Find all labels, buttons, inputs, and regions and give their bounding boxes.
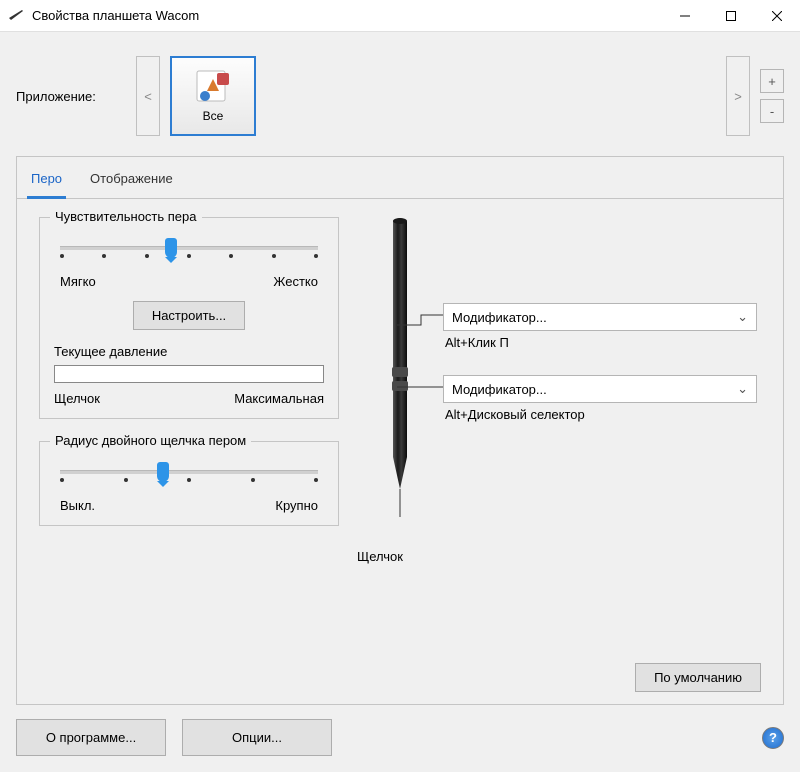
pen-button2-dropdown[interactable]: Модификатор... ⌄ [443, 375, 757, 403]
tabs: Перо Отображение [17, 157, 783, 199]
titlebar: Свойства планшета Wacom [0, 0, 800, 32]
pen-button1-sublabel: Alt+Клик П [443, 335, 757, 350]
tab-pen[interactable]: Перо [27, 163, 66, 199]
pen-diagram: Модификатор... ⌄ Alt+Клик П Модификатор.… [357, 217, 761, 655]
chevron-down-icon: ⌄ [737, 309, 748, 325]
sensitivity-thumb[interactable] [165, 238, 177, 258]
app-body: Приложение: < Все > + - Перо Отображение [0, 32, 800, 772]
doubleclick-off-label: Выкл. [60, 498, 95, 513]
doubleclick-slider[interactable] [60, 468, 318, 480]
chevron-down-icon: ⌄ [737, 381, 748, 397]
app-remove-button[interactable]: - [760, 99, 784, 123]
sensitivity-group: Чувствительность пера Мягко Жестко Настр… [39, 217, 339, 419]
current-pressure-label: Текущее давление [54, 344, 324, 359]
doubleclick-group: Радиус двойного щелчка пером Выкл. Крупн… [39, 441, 339, 526]
bottom-bar: О программе... Опции... ? [16, 705, 784, 756]
app-add-button[interactable]: + [760, 69, 784, 93]
sensitivity-soft-label: Мягко [60, 274, 96, 289]
main-panel: Перо Отображение Чувствительность пера [16, 156, 784, 705]
all-apps-icon [193, 69, 233, 105]
window-title: Свойства планшета Wacom [32, 8, 662, 23]
leader-line-2 [397, 385, 445, 399]
pen-button2-sublabel: Alt+Дисковый селектор [443, 407, 757, 422]
leader-line-1 [397, 313, 445, 327]
pen-button1-dropdown[interactable]: Модификатор... ⌄ [443, 303, 757, 331]
tab-content: Чувствительность пера Мягко Жестко Настр… [17, 199, 783, 663]
sensitivity-hard-label: Жестко [273, 274, 318, 289]
pen-icon [381, 217, 419, 527]
application-tile-caption: Все [203, 109, 224, 123]
help-button[interactable]: ? [762, 727, 784, 749]
current-pressure-bar [54, 365, 324, 383]
pen-button1-value: Модификатор... [452, 310, 547, 325]
options-button[interactable]: Опции... [182, 719, 332, 756]
application-tile-all[interactable]: Все [170, 56, 256, 136]
maximize-button[interactable] [708, 0, 754, 32]
sensitivity-legend: Чувствительность пера [50, 209, 202, 224]
tab-mapping[interactable]: Отображение [86, 163, 177, 198]
pen-button2-value: Модификатор... [452, 382, 547, 397]
doubleclick-legend: Радиус двойного щелчка пером [50, 433, 251, 448]
about-button[interactable]: О программе... [16, 719, 166, 756]
sensitivity-slider[interactable] [60, 244, 318, 256]
minimize-button[interactable] [662, 0, 708, 32]
pen-tip-label: Щелчок [357, 549, 403, 564]
application-label: Приложение: [16, 89, 126, 104]
default-button[interactable]: По умолчанию [635, 663, 761, 692]
app-scroll-left[interactable]: < [136, 56, 160, 136]
app-scroll-right[interactable]: > [726, 56, 750, 136]
doubleclick-large-label: Крупно [275, 498, 318, 513]
doubleclick-thumb[interactable] [157, 462, 169, 482]
application-row: Приложение: < Все > + - [16, 56, 784, 136]
pressure-max-label: Максимальная [234, 391, 324, 406]
close-button[interactable] [754, 0, 800, 32]
pressure-click-label: Щелчок [54, 391, 100, 406]
tune-button[interactable]: Настроить... [133, 301, 245, 330]
app-icon [8, 8, 24, 24]
